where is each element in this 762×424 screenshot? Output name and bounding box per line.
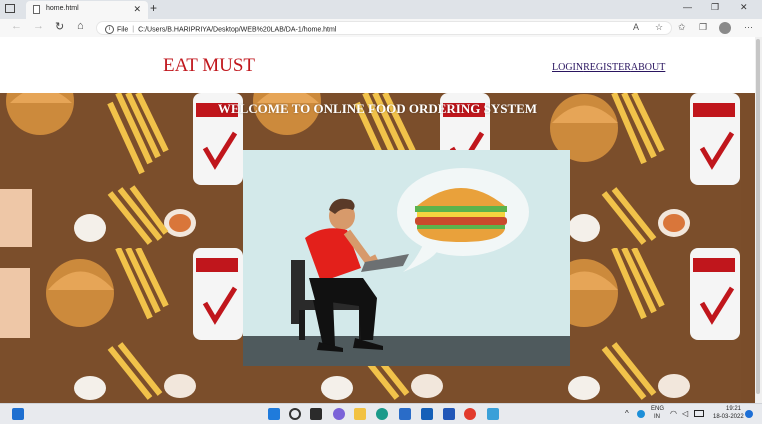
profile-avatar[interactable]: [719, 22, 731, 34]
forward-arrow-icon[interactable]: →: [33, 20, 44, 32]
site-nav: LOGINREGISTERABOUT: [552, 62, 665, 73]
url-separator: |: [132, 26, 135, 34]
favorites-icon[interactable]: ✩: [678, 22, 686, 33]
clock-date[interactable]: 18-03-2022: [713, 414, 744, 420]
nav-login-link[interactable]: LOGIN: [552, 62, 583, 73]
tab-title: home.html: [46, 5, 79, 12]
widgets-icon[interactable]: [12, 408, 24, 420]
new-tab-button[interactable]: +: [150, 1, 157, 15]
language-top[interactable]: ENG: [651, 406, 664, 412]
hero-banner: WELCOME TO ONLINE FOOD ORDERING SYSTEM: [0, 93, 755, 403]
home-icon[interactable]: ⌂: [77, 20, 84, 32]
tab-close-icon[interactable]: ✕: [133, 4, 141, 15]
edge-browser-icon[interactable]: [376, 408, 388, 420]
minimize-button[interactable]: —: [683, 2, 692, 12]
tab-actions-icon[interactable]: [5, 4, 15, 13]
language-bottom[interactable]: IN: [654, 414, 660, 420]
nav-register-link[interactable]: REGISTER: [583, 62, 631, 73]
file-explorer-icon[interactable]: [354, 408, 366, 420]
food-background-tile: [0, 248, 247, 403]
onedrive-icon[interactable]: [637, 410, 645, 418]
maximize-button[interactable]: ❐: [711, 2, 719, 13]
word-icon[interactable]: [443, 408, 455, 420]
scrollbar-thumb[interactable]: [756, 39, 760, 394]
close-window-button[interactable]: ✕: [740, 2, 748, 13]
url-text: C:/Users/B.HARIPRIYA/Desktop/WEB%20LAB/D…: [138, 26, 337, 34]
clock-time[interactable]: 19:21: [726, 406, 741, 412]
file-icon: [33, 5, 40, 14]
store-icon[interactable]: [399, 408, 411, 420]
site-header: EAT MUST LOGINREGISTERABOUT: [0, 37, 755, 93]
person-ordering-food-illustration: [243, 150, 570, 366]
wifi-icon[interactable]: ◠: [670, 409, 677, 418]
app-icon[interactable]: [487, 408, 499, 420]
info-icon[interactable]: i: [105, 25, 114, 34]
notification-icon[interactable]: [745, 410, 753, 418]
windows-taskbar: ^ ENG IN ◠ ◁ 19:21 18-03-2022: [0, 403, 762, 424]
site-logo: EAT MUST: [163, 55, 256, 76]
refresh-icon[interactable]: ↻: [55, 20, 64, 33]
collections-icon[interactable]: ❐: [699, 22, 707, 33]
nav-about-link[interactable]: ABOUT: [631, 62, 665, 73]
chrome-icon[interactable]: [464, 408, 476, 420]
browser-tab[interactable]: home.html ✕: [26, 1, 148, 19]
search-icon[interactable]: [289, 408, 301, 420]
url-scheme: File: [117, 26, 129, 34]
battery-icon[interactable]: [694, 410, 704, 417]
windows-start-icon[interactable]: [268, 408, 280, 420]
mail-icon[interactable]: [421, 408, 433, 420]
banner-title: WELCOME TO ONLINE FOOD ORDERING SYSTEM: [217, 101, 538, 116]
more-menu-icon[interactable]: ⋯: [744, 22, 753, 33]
address-toolbar: ← → ↻ ⌂ i File | C:/Users/B.HARIPRIYA/Deskt…: [0, 19, 762, 38]
volume-icon[interactable]: ◁: [682, 409, 688, 418]
tray-chevron-icon[interactable]: ^: [625, 409, 629, 418]
web-page: EAT MUST LOGINREGISTERABOUT WELCOME TO O…: [0, 37, 755, 403]
chat-icon[interactable]: [333, 408, 345, 420]
task-view-icon[interactable]: [310, 408, 322, 420]
back-arrow-icon[interactable]: ←: [11, 20, 22, 32]
favorite-star-icon[interactable]: ☆: [655, 22, 663, 33]
browser-tab-bar: home.html ✕ + — ❐ ✕: [0, 0, 762, 19]
read-aloud-icon[interactable]: A: [633, 22, 639, 32]
url-field[interactable]: i File | C:/Users/B.HARIPRIYA/Desktop/WEB%2…: [96, 21, 672, 35]
